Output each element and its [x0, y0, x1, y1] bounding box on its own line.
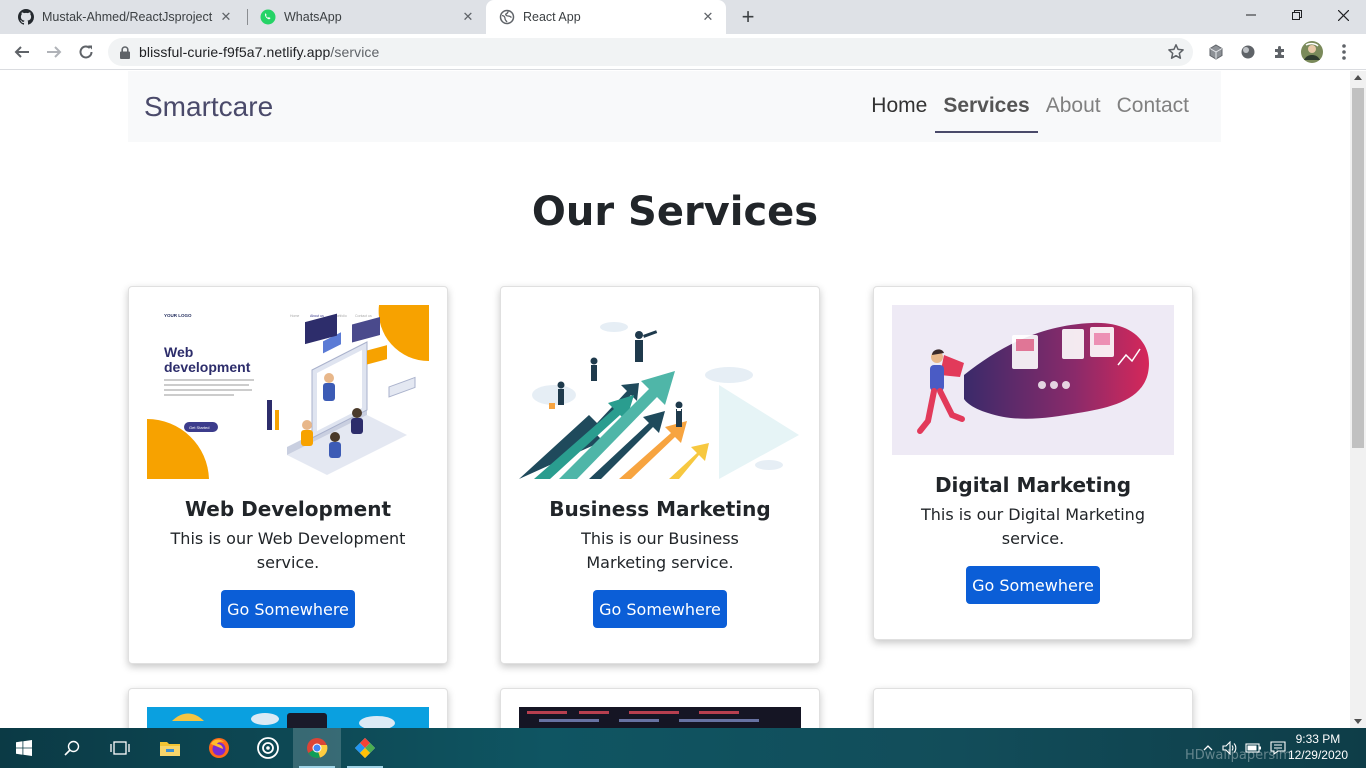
extensions-puzzle-icon[interactable] [1266, 38, 1294, 66]
nav-services[interactable]: Services [935, 94, 1039, 133]
tab-react-app[interactable]: React App ✕ [486, 0, 726, 34]
extension-circle-icon[interactable] [1234, 38, 1262, 66]
svg-text:development: development [164, 359, 251, 375]
card-title: Business Marketing [549, 497, 771, 521]
restore-button[interactable] [1274, 0, 1320, 30]
github-icon [18, 9, 34, 25]
url-text: blissful-curie-f9f5a7.netlify.app/servic… [139, 44, 379, 60]
windows-taskbar: 9:33 PM 12/29/2020 [0, 728, 1366, 768]
tab-whatsapp[interactable]: WhatsApp ✕ [242, 0, 486, 34]
tab-github[interactable]: Mustak-Ahmed/ReactJsproject ✕ [0, 0, 244, 34]
page-viewport: Smartcare Home Services About Contact Ou… [0, 71, 1350, 728]
app-icon[interactable] [341, 728, 389, 768]
svg-text:Home: Home [290, 314, 299, 318]
nav-links: Home Services About Contact [863, 94, 1197, 133]
page-scrollbar[interactable] [1350, 71, 1366, 728]
card-text: This is our Digital Marketing service. [921, 505, 1145, 548]
tab-strip: Mustak-Ahmed/ReactJsproject ✕ WhatsApp ✕… [0, 0, 1366, 34]
profile-avatar[interactable] [1298, 38, 1326, 66]
card-image [147, 707, 429, 728]
logo-text: YOUR LOGO [164, 313, 192, 318]
scrollbar-thumb[interactable] [1352, 88, 1364, 448]
firefox-icon[interactable] [195, 728, 243, 768]
go-somewhere-button[interactable]: Go Somewhere [966, 566, 1100, 604]
page-title: Our Services [531, 189, 819, 235]
tab-title: React App [523, 10, 581, 24]
obs-icon[interactable] [244, 728, 292, 768]
close-tab-icon[interactable]: ✕ [700, 9, 716, 25]
lock-icon[interactable] [120, 45, 130, 59]
nav-contact[interactable]: Contact [1109, 94, 1197, 132]
site-navbar: Smartcare Home Services About Contact [128, 71, 1221, 142]
scroll-up-icon[interactable] [1354, 75, 1362, 80]
card-title: Digital Marketing [934, 473, 1132, 497]
reload-button[interactable] [72, 38, 100, 66]
browser-toolbar: blissful-curie-f9f5a7.netlify.app/servic… [0, 34, 1366, 70]
card-text: This is our Web Development service. [170, 529, 406, 572]
close-tab-icon[interactable]: ✕ [218, 9, 234, 25]
svg-text:About us: About us [310, 314, 324, 318]
get-started-text: Get Started [189, 425, 209, 430]
close-tab-icon[interactable]: ✕ [460, 9, 476, 25]
service-card-partial [128, 688, 448, 728]
svg-text:Contact us: Contact us [355, 314, 372, 318]
service-card-web-development: YOUR LOGO Home About us Portfolio Contact u… [128, 286, 448, 664]
chrome-icon[interactable] [293, 728, 341, 768]
clock-date: 12/29/2020 [1287, 748, 1348, 762]
megaphone-illustration [892, 305, 1174, 455]
start-icon[interactable] [0, 728, 48, 768]
whatsapp-icon [260, 9, 276, 25]
url-host: blissful-curie-f9f5a7.netlify.app [139, 44, 331, 60]
search-icon[interactable] [48, 728, 96, 768]
web-development-illustration: YOUR LOGO Home About us Portfolio Contact u… [147, 305, 429, 479]
tab-title: WhatsApp [284, 10, 342, 24]
close-window-button[interactable] [1320, 0, 1366, 30]
service-card-partial [500, 688, 820, 728]
watermark: HDwallpapersim [1185, 748, 1292, 763]
back-button[interactable] [8, 38, 36, 66]
business-growth-illustration [519, 305, 801, 479]
card-title: Web Development [184, 497, 392, 521]
nav-about[interactable]: About [1038, 94, 1109, 132]
go-somewhere-button[interactable]: Go Somewhere [221, 590, 355, 628]
url-path: /service [330, 44, 380, 60]
service-card-digital-marketing: Digital Marketing This is our Digital Ma… [873, 286, 1193, 640]
tab-title: Mustak-Ahmed/ReactJsproject [42, 10, 213, 24]
forward-button[interactable] [40, 38, 68, 66]
file-explorer-icon[interactable] [146, 728, 194, 768]
clock-time: 9:33 PM [1295, 732, 1341, 746]
service-card-business-marketing: Business Marketing This is our Business … [500, 286, 820, 664]
bookmark-star-icon[interactable] [1167, 43, 1185, 66]
svg-text:Web: Web [164, 344, 193, 360]
scroll-down-icon[interactable] [1354, 719, 1362, 724]
card-image [519, 707, 801, 728]
address-bar[interactable]: blissful-curie-f9f5a7.netlify.app/servic… [108, 38, 1193, 66]
site-brand[interactable]: Smartcare [144, 91, 273, 123]
nav-home[interactable]: Home [863, 94, 935, 132]
card-image [892, 707, 1174, 728]
globe-icon [499, 9, 515, 25]
go-somewhere-button[interactable]: Go Somewhere [593, 590, 727, 628]
new-tab-button[interactable]: + [736, 4, 760, 29]
browser-menu-icon[interactable] [1330, 38, 1358, 66]
service-card-partial [873, 688, 1193, 728]
minimize-button[interactable] [1228, 0, 1274, 30]
task-view-icon[interactable] [96, 728, 144, 768]
card-text: This is our Business Marketing service. [581, 529, 739, 572]
taskbar-clock[interactable]: 9:33 PM 12/29/2020 [1288, 731, 1348, 763]
extension-cube-icon[interactable] [1202, 38, 1230, 66]
